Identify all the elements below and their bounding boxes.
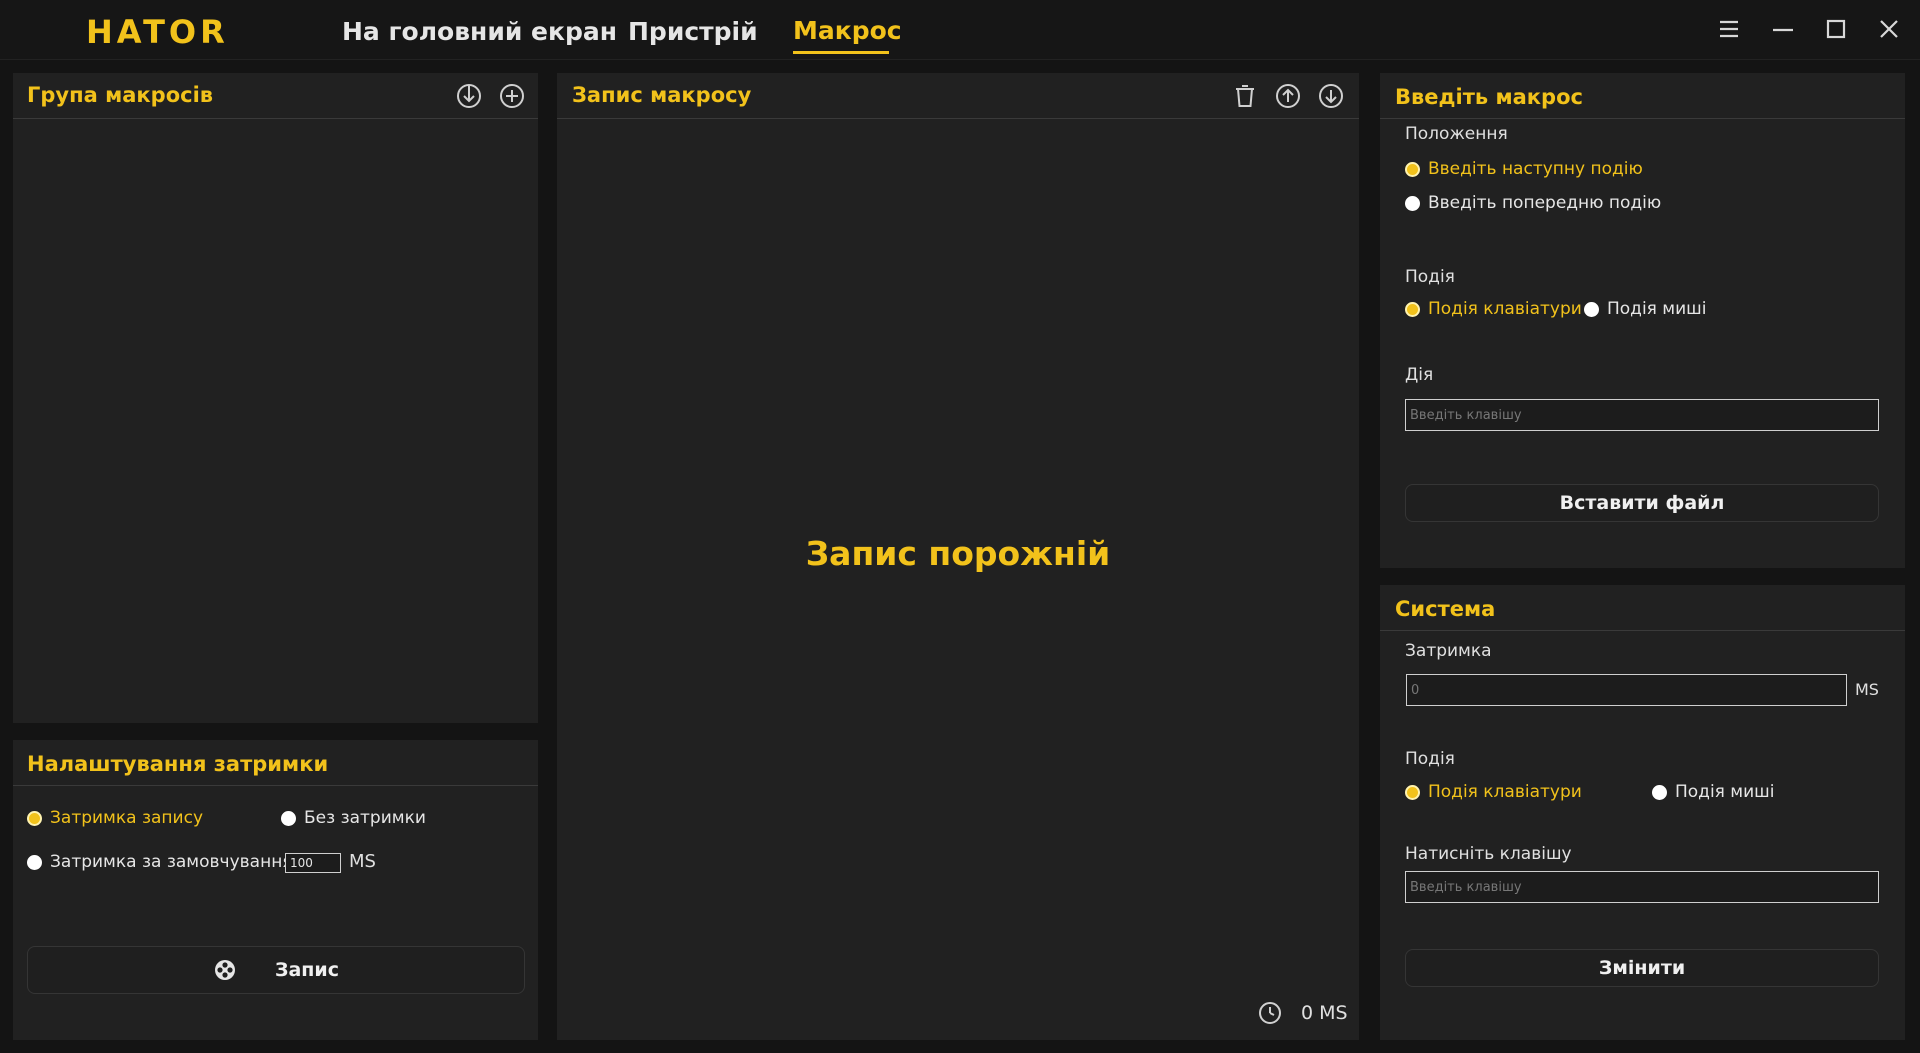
- system-title: Система: [1395, 597, 1496, 621]
- press-key-label: Натисніть клавішу: [1405, 844, 1572, 864]
- macro-record-title: Запис макросу: [572, 83, 752, 107]
- macro-group-panel: Група макросів: [13, 73, 538, 723]
- import-icon[interactable]: [455, 82, 483, 110]
- radio-default-delay[interactable]: Затримка за замовчуванням: [27, 852, 305, 872]
- radio-dot: [1405, 301, 1420, 317]
- radio-keyboard-event[interactable]: Подія клавіатури: [1405, 299, 1582, 319]
- record-button[interactable]: Запис: [27, 946, 525, 994]
- move-down-icon[interactable]: [1317, 82, 1345, 110]
- radio-next-event[interactable]: Введіть наступну подію: [1405, 159, 1643, 179]
- insert-file-button[interactable]: Вставити файл: [1405, 484, 1879, 522]
- radio-next-event-label: Введіть наступну подію: [1428, 159, 1643, 179]
- total-time: 0 MS: [1301, 1002, 1348, 1024]
- delete-icon[interactable]: [1231, 82, 1259, 110]
- radio-prev-event[interactable]: Введіть попередню подію: [1405, 193, 1661, 213]
- radio-mouse-event[interactable]: Подія миші: [1584, 299, 1706, 319]
- radio-system-keyboard-label: Подія клавіатури: [1428, 782, 1582, 802]
- position-label: Положення: [1405, 124, 1508, 144]
- radio-record-delay-label: Затримка запису: [50, 808, 203, 828]
- default-delay-unit: MS: [349, 851, 376, 872]
- minimize-icon[interactable]: [1766, 12, 1800, 46]
- record-icon: [213, 958, 237, 982]
- radio-system-mouse-event[interactable]: Подія миші: [1652, 782, 1774, 802]
- radio-mouse-event-label: Подія миші: [1607, 299, 1707, 319]
- delay-label: Затримка: [1405, 641, 1492, 661]
- hator-logo: HATOR: [86, 13, 229, 51]
- delay-settings-panel: Налаштування затримки Затримка запису Бе…: [13, 740, 538, 1040]
- radio-dot: [1405, 161, 1420, 177]
- radio-dot: [281, 810, 296, 826]
- title-bar: HATOR На головний екран Пристрій Макрос: [0, 0, 1920, 60]
- record-button-label: Запис: [274, 959, 340, 981]
- enter-macro-title: Введіть макрос: [1395, 85, 1583, 109]
- nav-device[interactable]: Пристрій: [628, 17, 758, 46]
- close-icon[interactable]: [1872, 12, 1906, 46]
- radio-dot: [27, 854, 42, 870]
- system-event-label: Подія: [1405, 749, 1455, 769]
- clock-icon: [1258, 1001, 1282, 1025]
- radio-dot: [1405, 784, 1420, 800]
- macro-group-header: Група макросів: [13, 73, 538, 119]
- radio-default-delay-label: Затримка за замовчуванням: [50, 852, 306, 872]
- enter-macro-panel: Введіть макрос Положення Введіть наступн…: [1380, 73, 1905, 568]
- maximize-icon[interactable]: [1819, 12, 1853, 46]
- event-label: Подія: [1405, 267, 1455, 287]
- radio-no-delay-label: Без затримки: [304, 808, 426, 828]
- radio-prev-event-label: Введіть попередню подію: [1428, 193, 1662, 213]
- system-panel: Система Затримка MS Подія Подія клавіату…: [1380, 585, 1905, 1040]
- nav-home[interactable]: На головний екран: [342, 17, 617, 46]
- nav-active-underline: [793, 51, 889, 54]
- change-button[interactable]: Змінити: [1405, 949, 1879, 987]
- radio-dot: [1584, 301, 1599, 317]
- system-header: Система: [1380, 585, 1905, 631]
- empty-record-message: Запис порожній: [805, 534, 1111, 573]
- delay-settings-title: Налаштування затримки: [27, 752, 329, 776]
- action-label: Дія: [1405, 365, 1434, 385]
- macro-record-header: Запис макросу: [557, 73, 1359, 119]
- menu-icon[interactable]: [1712, 12, 1746, 46]
- macro-group-title: Група макросів: [27, 83, 214, 107]
- radio-no-delay[interactable]: Без затримки: [281, 808, 426, 828]
- delay-unit: MS: [1855, 680, 1879, 699]
- press-key-input[interactable]: [1405, 871, 1879, 903]
- radio-keyboard-event-label: Подія клавіатури: [1428, 299, 1582, 319]
- radio-dot: [27, 810, 42, 826]
- add-group-icon[interactable]: [498, 82, 526, 110]
- radio-system-keyboard-event[interactable]: Подія клавіатури: [1405, 782, 1582, 802]
- enter-macro-header: Введіть макрос: [1380, 73, 1905, 119]
- radio-record-delay[interactable]: Затримка запису: [27, 808, 203, 828]
- delay-settings-header: Налаштування затримки: [13, 740, 538, 786]
- move-up-icon[interactable]: [1274, 82, 1302, 110]
- macro-group-list: [13, 120, 538, 723]
- action-key-input[interactable]: [1405, 399, 1879, 431]
- delay-input[interactable]: [1406, 674, 1847, 706]
- radio-system-mouse-label: Подія миші: [1675, 782, 1775, 802]
- macro-record-panel: Запис макросу Запис порожній 0 MS: [557, 73, 1359, 1040]
- nav-macro[interactable]: Макрос: [793, 16, 902, 45]
- default-delay-input[interactable]: [285, 853, 341, 873]
- radio-dot: [1652, 784, 1667, 800]
- radio-dot: [1405, 195, 1420, 211]
